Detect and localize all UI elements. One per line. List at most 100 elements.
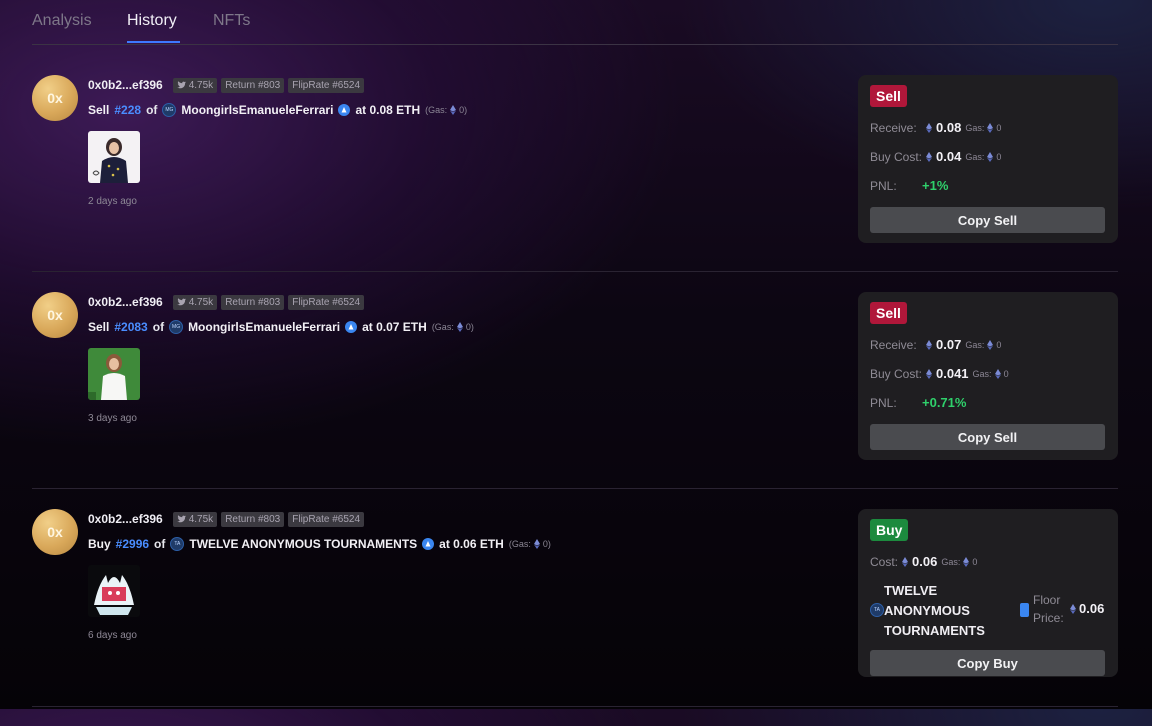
nft-thumbnail[interactable]	[88, 131, 140, 183]
pnl-value: +1%	[922, 178, 949, 193]
receive-value: 0.07	[936, 337, 962, 352]
pnl-label: PNL:	[870, 395, 897, 410]
tab-history[interactable]: History	[127, 12, 177, 30]
twitter-followers: 4.75k	[188, 513, 214, 525]
fliprate-tag[interactable]: FlipRate #6524	[288, 77, 365, 93]
gas-value: 0)	[465, 322, 474, 332]
trade-price: at 0.07 ETH	[362, 320, 427, 334]
eth-icon	[926, 368, 932, 379]
receive-label: Receive:	[870, 120, 917, 135]
trade-description: Sell #228 of MG MoongirlsEmanueleFerrari…	[88, 103, 467, 117]
gas-label: (Gas:	[508, 539, 531, 549]
fliprate-tag[interactable]: FlipRate #6524	[288, 511, 365, 527]
floor-price-block: TA TWELVE ANONYMOUS TOURNAMENTS Floor Pr…	[870, 581, 1110, 641]
twitter-tag[interactable]: 4.75k	[172, 77, 218, 93]
active-tab-indicator	[127, 41, 180, 43]
floor-collection-name[interactable]: TWELVE ANONYMOUS TOURNAMENTS	[884, 581, 1024, 641]
wallet-address[interactable]: 0x0b2...ef396	[88, 295, 163, 309]
nft-image	[88, 131, 140, 183]
timestamp: 3 days ago	[88, 413, 137, 424]
gas-value: 0	[996, 122, 1002, 133]
row-divider	[32, 488, 1118, 489]
twitter-followers: 4.75k	[188, 296, 214, 308]
fliprate-tag[interactable]: FlipRate #6524	[288, 294, 365, 310]
receive-value: 0.08	[936, 120, 962, 135]
sell-badge: Sell	[870, 85, 907, 107]
timestamp: 2 days ago	[88, 196, 137, 207]
nft-thumbnail[interactable]	[88, 565, 140, 617]
of-text: of	[154, 537, 166, 551]
eth-icon	[987, 339, 994, 350]
token-link[interactable]: #2083	[114, 320, 147, 334]
verified-icon	[422, 538, 435, 550]
sell-badge: Sell	[870, 302, 907, 324]
collection-link[interactable]: MoongirlsEmanueleFerrari	[188, 320, 340, 334]
buy-cost-line: Buy Cost: 0.041 Gas: 0	[870, 366, 1009, 381]
wallet-meta: 0x0b2...ef396 4.75k Return #803 FlipRate…	[88, 511, 365, 527]
trade-summary-card: Sell Receive: 0.08 Gas: 0 Buy Cost: 0.04 …	[858, 75, 1118, 243]
gas-info: Gas: 0	[973, 368, 1009, 379]
gas-info: (Gas: 0)	[425, 105, 467, 115]
verified-icon	[1020, 603, 1029, 617]
twitter-tag[interactable]: 4.75k	[172, 294, 218, 310]
token-link[interactable]: #2996	[116, 537, 149, 551]
collection-link[interactable]: TWELVE ANONYMOUS TOURNAMENTS	[189, 537, 417, 551]
eth-icon	[456, 322, 463, 332]
return-tag[interactable]: Return #803	[221, 294, 285, 310]
eth-icon	[994, 368, 1001, 379]
eth-icon	[902, 556, 908, 567]
token-link[interactable]: #228	[114, 103, 141, 117]
row-divider	[32, 706, 1118, 707]
trade-verb: Sell	[88, 320, 110, 334]
gas-value: 0	[972, 556, 978, 567]
gas-label: (Gas:	[425, 105, 448, 115]
tab-nfts[interactable]: NFTs	[213, 12, 250, 30]
return-tag[interactable]: Return #803	[221, 77, 285, 93]
eth-icon	[987, 122, 994, 133]
cost-label: Cost:	[870, 554, 899, 569]
trade-verb: Sell	[88, 103, 110, 117]
floor-price-label: Floor Price:	[1033, 593, 1064, 625]
eth-icon	[963, 556, 970, 567]
avatar[interactable]: 0x	[32, 509, 78, 555]
gas-label: Gas:	[965, 122, 985, 133]
twitter-icon	[176, 298, 186, 306]
copy-sell-button[interactable]: Copy Sell	[870, 424, 1105, 450]
gas-label: Gas:	[965, 339, 985, 350]
collection-link[interactable]: MoongirlsEmanueleFerrari	[181, 103, 333, 117]
pnl-value: +0.71%	[922, 395, 967, 410]
wallet-address[interactable]: 0x0b2...ef396	[88, 78, 163, 92]
trade-price: at 0.08 ETH	[355, 103, 421, 117]
collection-logo-icon: MG	[162, 103, 177, 117]
avatar[interactable]: 0x	[32, 292, 78, 338]
avatar[interactable]: 0x	[32, 75, 78, 121]
floor-price-value: 0.06	[1070, 601, 1104, 616]
eth-icon	[1070, 603, 1076, 614]
of-text: of	[146, 103, 158, 117]
gas-label: Gas:	[965, 151, 985, 162]
receive-label: Receive:	[870, 337, 917, 352]
wallet-meta: 0x0b2...ef396 4.75k Return #803 FlipRate…	[88, 294, 365, 310]
trade-summary-card: Sell Receive: 0.07 Gas: 0 Buy Cost: 0.041…	[858, 292, 1118, 460]
buy-badge: Buy	[870, 519, 909, 541]
copy-buy-button[interactable]: Copy Buy	[870, 650, 1105, 676]
eth-icon	[926, 151, 932, 162]
eth-icon	[926, 339, 932, 350]
trade-description: Sell #2083 of MG MoongirlsEmanueleFerrar…	[88, 320, 474, 334]
nft-thumbnail[interactable]	[88, 348, 140, 400]
nft-image	[88, 565, 140, 617]
gas-label: (Gas:	[431, 322, 454, 332]
pnl-line: PNL: +1%	[870, 178, 948, 193]
cost-line: Cost: 0.06 Gas: 0	[870, 554, 977, 569]
gas-value: 0)	[459, 105, 468, 115]
copy-sell-button[interactable]: Copy Sell	[870, 207, 1105, 233]
verified-icon	[345, 321, 358, 333]
collection-logo-icon: TA	[870, 603, 884, 617]
return-tag[interactable]: Return #803	[221, 511, 285, 527]
tab-analysis[interactable]: Analysis	[32, 12, 92, 30]
wallet-address[interactable]: 0x0b2...ef396	[88, 512, 163, 526]
nft-image	[88, 348, 140, 400]
history-item: 0x 0x0b2...ef396 4.75k Return #803 FlipR…	[32, 75, 1118, 292]
gas-value: 0	[996, 151, 1002, 162]
twitter-tag[interactable]: 4.75k	[172, 511, 218, 527]
